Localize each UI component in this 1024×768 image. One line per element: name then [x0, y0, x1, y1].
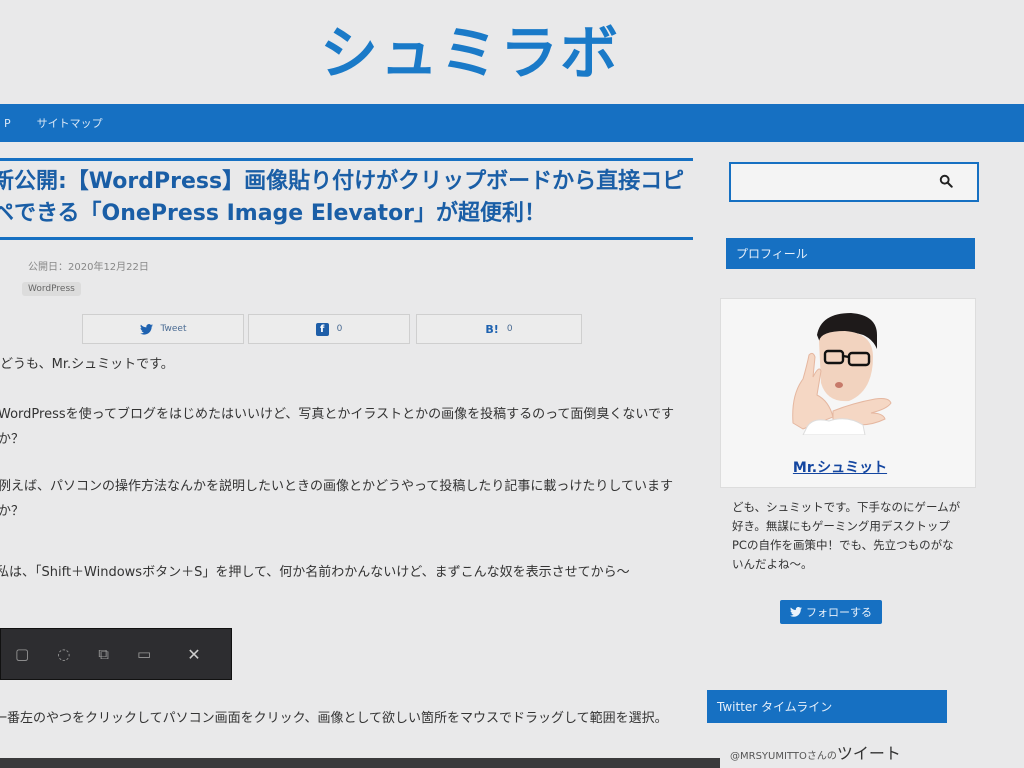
- avatar: [792, 313, 892, 435]
- post-date: 公開日：2020年12月22日: [28, 262, 149, 273]
- facebook-icon: f: [315, 322, 329, 336]
- follow-button[interactable]: フォローする: [780, 600, 882, 624]
- article-title: 新公開:【WordPress】画像貼り付けがクリップボードから直接コピペできる「…: [0, 169, 685, 226]
- paragraph-greeting: どうも、Mr.シュミットです。: [0, 357, 174, 372]
- global-nav: P サイトマップ: [0, 104, 1024, 142]
- rect-snip-icon: ▢: [15, 645, 30, 663]
- hatena-count: 0: [506, 324, 513, 334]
- category-tag[interactable]: WordPress: [22, 282, 81, 296]
- tweet-label: Tweet: [160, 324, 187, 334]
- search-icon[interactable]: [939, 174, 953, 188]
- paragraph-intro: WordPressを使ってブログをはじめたはいいけど、写真とかイラストとかの画像…: [0, 407, 675, 447]
- profile-widget-heading: プロフィール: [726, 238, 975, 269]
- timeline-prefix: @MRSYUMITTOさんの: [730, 751, 837, 762]
- facebook-share-button[interactable]: f 0: [248, 314, 410, 344]
- timeline-title: ツイート: [836, 744, 901, 763]
- follow-label: フォローする: [806, 606, 872, 619]
- twitter-bird-icon: [139, 323, 153, 335]
- paragraph-example: 例えば、パソコンの操作方法なんかを説明したいときの画像とかどうやって投稿したり記…: [0, 479, 673, 519]
- paragraph-instructions: 一番左のやつをクリックしてパソコン画面をクリック、画像として欲しい箇所をマウスで…: [0, 711, 668, 726]
- profile-card: Mr.シュミット: [720, 298, 976, 488]
- timeline-caption[interactable]: @MRSYUMITTOさんのツイート: [730, 740, 901, 764]
- search-input[interactable]: [729, 162, 979, 202]
- share-buttons: Tweet f 0 B! 0: [0, 314, 600, 346]
- bottom-bar: [0, 758, 720, 768]
- hatena-icon: B!: [485, 322, 499, 336]
- nav-item-sitemap[interactable]: サイトマップ: [37, 115, 103, 131]
- close-icon: ✕: [187, 644, 201, 664]
- paragraph-shortcut: 私は、「Shift＋Windowsボタン＋S」を押して、何か名前わかんないけど、…: [0, 565, 630, 580]
- hatena-bookmark-button[interactable]: B! 0: [416, 314, 582, 344]
- snip-toolbar-screenshot: ▢ ◌ ⧉ ▭ ✕: [0, 628, 232, 680]
- window-snip-icon: ⧉: [98, 645, 109, 663]
- freeform-snip-icon: ◌: [57, 645, 71, 663]
- site-logo[interactable]: シュミラボ: [300, 8, 640, 88]
- profile-description: ども、シュミットです。下手なのにゲームが好き。無謀にもゲーミング用デスクトップP…: [732, 500, 961, 571]
- nav-item-partial[interactable]: P: [4, 117, 11, 130]
- twitter-bird-icon: [790, 607, 802, 617]
- tweet-button[interactable]: Tweet: [82, 314, 244, 344]
- facebook-count: 0: [336, 324, 343, 334]
- profile-name-link[interactable]: Mr.シュミット: [721, 457, 959, 477]
- twitter-widget-heading: Twitter タイムライン: [707, 690, 947, 723]
- fullscreen-snip-icon: ▭: [137, 645, 152, 663]
